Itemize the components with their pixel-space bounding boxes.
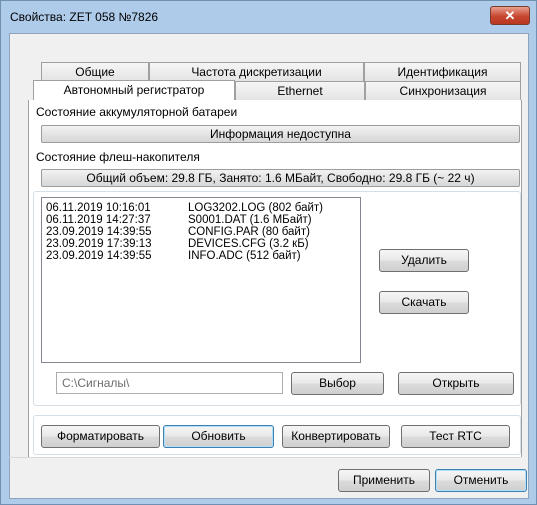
tab-sampling-rate[interactable]: Частота дискретизации [149, 62, 364, 81]
tab-synchronization[interactable]: Синхронизация [365, 81, 521, 100]
delete-button[interactable]: Удалить [379, 249, 469, 272]
rtc-test-button[interactable]: Тест RTC [401, 425, 510, 448]
close-icon: ✕ [504, 8, 516, 23]
file-name: CONFIG.PAR (80 байт) [188, 226, 310, 238]
file-date: 23.09.2019 17:39:13 [46, 238, 152, 250]
download-button[interactable]: Скачать [379, 291, 469, 314]
file-name: S0001.DAT (1.6 МБайт) [188, 214, 312, 226]
file-date: 06.11.2019 10:16:01 [46, 202, 151, 214]
properties-dialog: Свойства: ZET 058 №7826 ✕ Общие Частота … [0, 0, 537, 505]
tab-general[interactable]: Общие [41, 62, 149, 81]
apply-button[interactable]: Применить [338, 469, 430, 492]
open-button[interactable]: Открыть [398, 372, 514, 395]
file-date: 23.09.2019 14:39:55 [46, 250, 152, 262]
panel-bottom-border [9, 457, 521, 458]
tab-identification[interactable]: Идентификация [364, 62, 521, 81]
file-name: LOG3202.LOG (802 байт) [188, 202, 323, 214]
format-button[interactable]: Форматировать [41, 425, 160, 448]
flash-status: Общий объем: 29.8 ГБ, Занято: 1.6 МБайт,… [41, 169, 520, 187]
battery-label: Состояние аккумуляторной батареи [36, 105, 238, 119]
file-date: 23.09.2019 14:39:55 [46, 226, 152, 238]
file-name: DEVICES.CFG (3.2 кБ) [188, 238, 309, 250]
tab-standalone-recorder[interactable]: Автономный регистратор [33, 80, 235, 100]
close-button[interactable]: ✕ [490, 6, 530, 25]
title-bar[interactable]: Свойства: ZET 058 №7826 ✕ [1, 1, 536, 33]
window-title: Свойства: ZET 058 №7826 [10, 10, 159, 24]
file-date: 06.11.2019 14:27:37 [46, 214, 151, 226]
flash-label: Состояние флеш-накопителя [36, 150, 200, 164]
refresh-button[interactable]: Обновить [163, 425, 274, 448]
tab-ethernet[interactable]: Ethernet [235, 81, 365, 100]
signals-path-field[interactable]: C:\Сигналы\ [56, 372, 283, 394]
convert-button[interactable]: Конвертировать [282, 425, 390, 448]
file-name: INFO.ADC (512 байт) [188, 250, 301, 262]
file-list[interactable]: 06.11.2019 10:16:01 LOG3202.LOG (802 байт… [41, 197, 361, 363]
battery-status: Информация недоступна [41, 125, 520, 143]
choose-button[interactable]: Выбор [291, 372, 384, 395]
cancel-button[interactable]: Отменить [435, 469, 527, 492]
